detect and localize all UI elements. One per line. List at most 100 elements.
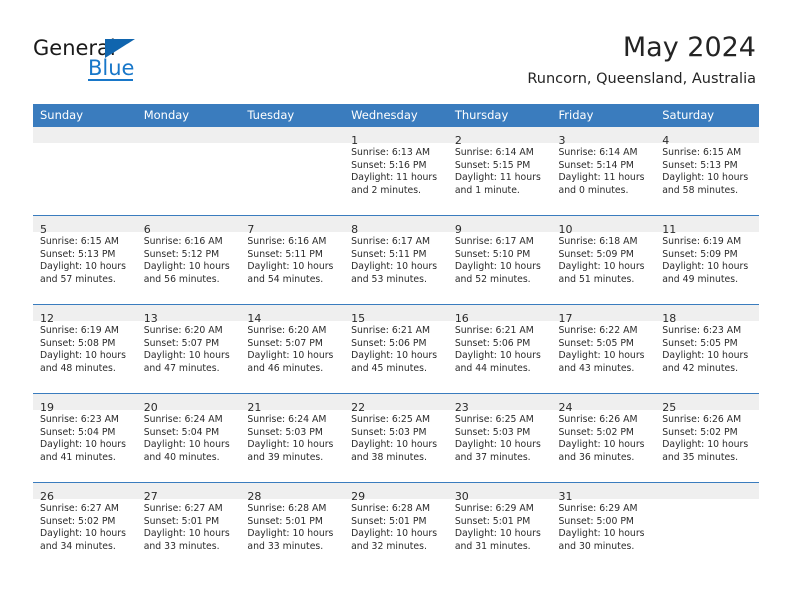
calendar-day-cell[interactable]: 10 Sunrise: 6:18 AM Sunset: 5:09 PM Dayligh… — [551, 215, 656, 305]
day-cell-inner: 9 Sunrise: 6:17 AM Sunset: 5:10 PM Daylight… — [447, 216, 552, 304]
logo-underline — [88, 79, 133, 81]
calendar-day-cell — [136, 127, 241, 216]
calendar-day-cell[interactable]: 22 Sunrise: 6:25 AM Sunset: 5:03 PM Dayligh… — [344, 393, 448, 483]
calendar-day-cell[interactable]: 28 Sunrise: 6:28 AM Sunset: 5:01 PM Dayligh… — [240, 482, 345, 571]
daylight-text-line1: Daylight: 11 hours — [351, 172, 438, 184]
calendar-day-cell[interactable]: 8 Sunrise: 6:17 AM Sunset: 5:11 PM Daylight… — [344, 215, 448, 305]
calendar-day-cell[interactable]: 17 Sunrise: 6:22 AM Sunset: 5:05 PM Dayligh… — [551, 304, 656, 394]
day-number: 23 — [454, 401, 469, 414]
day-cell-inner: 2 Sunrise: 6:14 AM Sunset: 5:15 PM Daylight… — [447, 127, 552, 215]
calendar-day-cell[interactable]: 29 Sunrise: 6:28 AM Sunset: 5:01 PM Dayligh… — [344, 482, 448, 571]
day-number: 10 — [558, 223, 573, 236]
day-cell-inner: 6 Sunrise: 6:16 AM Sunset: 5:12 PM Daylight… — [136, 216, 241, 304]
daylight-text-line2: and 57 minutes. — [40, 273, 116, 285]
calendar-day-cell[interactable]: 31 Sunrise: 6:29 AM Sunset: 5:00 PM Dayligh… — [551, 482, 656, 571]
daylight-text-line2: and 32 minutes. — [351, 540, 427, 552]
daylight-text-line1: Daylight: 10 hours — [558, 261, 645, 273]
sunrise-text: Sunrise: 6:26 AM — [558, 414, 638, 425]
calendar-day-cell[interactable]: 12 Sunrise: 6:19 AM Sunset: 5:08 PM Dayligh… — [33, 304, 137, 394]
calendar-day-cell[interactable]: 1 Sunrise: 6:13 AM Sunset: 5:16 PM Daylight… — [344, 127, 448, 216]
calendar-day-cell[interactable]: 16 Sunrise: 6:21 AM Sunset: 5:06 PM Dayligh… — [447, 304, 552, 394]
day-number: 15 — [351, 312, 366, 325]
day-number: 20 — [143, 401, 158, 414]
day-details: Sunrise: 6:21 AM Sunset: 5:06 PM Daylight:… — [344, 321, 448, 375]
calendar-day-cell[interactable]: 15 Sunrise: 6:21 AM Sunset: 5:06 PM Dayligh… — [344, 304, 448, 394]
day-cell-inner — [136, 127, 241, 215]
calendar-day-cell[interactable]: 26 Sunrise: 6:27 AM Sunset: 5:02 PM Dayligh… — [33, 482, 137, 571]
calendar-day-cell[interactable]: 14 Sunrise: 6:20 AM Sunset: 5:07 PM Dayligh… — [240, 304, 345, 394]
day-details: Sunrise: 6:19 AM Sunset: 5:08 PM Daylight:… — [33, 321, 137, 375]
daylight-text-line1: Daylight: 10 hours — [662, 172, 749, 184]
day-number-band: 12 — [33, 305, 137, 325]
calendar-week-row: 26 Sunrise: 6:27 AM Sunset: 5:02 PM Dayligh… — [33, 482, 759, 571]
calendar-day-cell[interactable]: 23 Sunrise: 6:25 AM Sunset: 5:03 PM Dayligh… — [447, 393, 552, 483]
calendar-day-cell[interactable]: 25 Sunrise: 6:26 AM Sunset: 5:02 PM Dayligh… — [655, 393, 759, 483]
day-cell-inner: 26 Sunrise: 6:27 AM Sunset: 5:02 PM Dayligh… — [33, 483, 137, 571]
day-details: Sunrise: 6:24 AM Sunset: 5:04 PM Daylight:… — [137, 410, 241, 464]
calendar-week-row: 19 Sunrise: 6:23 AM Sunset: 5:04 PM Dayligh… — [33, 393, 759, 483]
day-number: 3 — [558, 134, 566, 147]
daylight-text-line1: Daylight: 10 hours — [558, 439, 645, 451]
daylight-text-line1: Daylight: 10 hours — [40, 439, 126, 451]
calendar-day-cell[interactable]: 13 Sunrise: 6:20 AM Sunset: 5:07 PM Dayligh… — [136, 304, 241, 394]
day-details: Sunrise: 6:23 AM Sunset: 5:05 PM Daylight:… — [655, 321, 759, 375]
calendar-day-cell[interactable]: 6 Sunrise: 6:16 AM Sunset: 5:12 PM Daylight… — [136, 215, 241, 305]
calendar-day-cell[interactable]: 30 Sunrise: 6:29 AM Sunset: 5:01 PM Dayligh… — [447, 482, 552, 571]
calendar-day-cell[interactable]: 9 Sunrise: 6:17 AM Sunset: 5:10 PM Daylight… — [447, 215, 552, 305]
day-number-band: 9 — [447, 216, 552, 236]
sunrise-text: Sunrise: 6:14 AM — [558, 147, 638, 158]
weekday-header-tuesday: Tuesday — [240, 104, 345, 127]
daylight-text-line2: and 31 minutes. — [454, 540, 531, 552]
page-title: May 2024 — [622, 32, 756, 63]
day-number: 14 — [247, 312, 262, 325]
calendar-day-cell[interactable]: 4 Sunrise: 6:15 AM Sunset: 5:13 PM Daylight… — [655, 127, 759, 216]
sunrise-text: Sunrise: 6:16 AM — [143, 236, 223, 247]
day-cell-inner: 15 Sunrise: 6:21 AM Sunset: 5:06 PM Dayligh… — [344, 305, 448, 393]
sunrise-text: Sunrise: 6:18 AM — [558, 236, 638, 247]
day-number: 28 — [247, 490, 262, 503]
calendar-day-cell[interactable]: 5 Sunrise: 6:15 AM Sunset: 5:13 PM Daylight… — [33, 215, 137, 305]
calendar-day-cell[interactable]: 11 Sunrise: 6:19 AM Sunset: 5:09 PM Dayligh… — [655, 215, 759, 305]
sunrise-text: Sunrise: 6:27 AM — [143, 503, 223, 514]
day-number: 21 — [247, 401, 262, 414]
day-details: Sunrise: 6:17 AM Sunset: 5:10 PM Daylight:… — [448, 232, 552, 286]
calendar-day-cell[interactable]: 18 Sunrise: 6:23 AM Sunset: 5:05 PM Dayligh… — [655, 304, 759, 394]
day-number-band: 8 — [344, 216, 448, 236]
day-number-band — [33, 127, 137, 143]
calendar-day-cell[interactable]: 2 Sunrise: 6:14 AM Sunset: 5:15 PM Daylight… — [447, 127, 552, 216]
daylight-text-line2: and 54 minutes. — [247, 273, 324, 285]
daylight-text-line1: Daylight: 10 hours — [143, 261, 230, 273]
daylight-text-line1: Daylight: 10 hours — [351, 350, 438, 362]
calendar-day-cell[interactable]: 20 Sunrise: 6:24 AM Sunset: 5:04 PM Dayligh… — [136, 393, 241, 483]
day-details: Sunrise: 6:29 AM Sunset: 5:01 PM Daylight:… — [448, 499, 552, 553]
sunset-text: Sunset: 5:11 PM — [247, 248, 323, 260]
sunset-text: Sunset: 5:03 PM — [454, 426, 531, 438]
day-details: Sunrise: 6:19 AM Sunset: 5:09 PM Daylight:… — [655, 232, 759, 286]
calendar-day-cell[interactable]: 7 Sunrise: 6:16 AM Sunset: 5:11 PM Daylight… — [240, 215, 345, 305]
calendar-day-cell[interactable]: 24 Sunrise: 6:26 AM Sunset: 5:02 PM Dayligh… — [551, 393, 656, 483]
sunrise-text: Sunrise: 6:15 AM — [662, 147, 742, 158]
sunset-text: Sunset: 5:08 PM — [40, 337, 116, 349]
day-cell-inner — [240, 127, 345, 215]
daylight-text-line2: and 47 minutes. — [143, 362, 220, 374]
calendar-day-cell[interactable]: 3 Sunrise: 6:14 AM Sunset: 5:14 PM Daylight… — [551, 127, 656, 216]
day-cell-inner: 17 Sunrise: 6:22 AM Sunset: 5:05 PM Dayligh… — [551, 305, 656, 393]
day-cell-inner: 19 Sunrise: 6:23 AM Sunset: 5:04 PM Dayligh… — [33, 394, 137, 482]
day-number-band: 3 — [551, 127, 656, 147]
general-blue-logo[interactable]: General Blue — [33, 36, 213, 84]
day-number: 22 — [351, 401, 366, 414]
day-cell-inner: 18 Sunrise: 6:23 AM Sunset: 5:05 PM Dayligh… — [655, 305, 759, 393]
daylight-text-line2: and 0 minutes. — [558, 184, 629, 196]
sunrise-text: Sunrise: 6:13 AM — [351, 147, 431, 158]
sunrise-text: Sunrise: 6:26 AM — [662, 414, 742, 425]
daylight-text-line2: and 49 minutes. — [662, 273, 739, 285]
day-number: 1 — [351, 134, 359, 147]
calendar-day-cell[interactable]: 27 Sunrise: 6:27 AM Sunset: 5:01 PM Dayligh… — [136, 482, 241, 571]
day-number-band — [240, 127, 345, 143]
calendar-day-cell[interactable]: 19 Sunrise: 6:23 AM Sunset: 5:04 PM Dayligh… — [33, 393, 137, 483]
day-details: Sunrise: 6:20 AM Sunset: 5:07 PM Daylight:… — [137, 321, 241, 375]
day-number: 8 — [351, 223, 359, 236]
daylight-text-line2: and 45 minutes. — [351, 362, 427, 374]
daylight-text-line2: and 58 minutes. — [662, 184, 739, 196]
calendar-day-cell[interactable]: 21 Sunrise: 6:24 AM Sunset: 5:03 PM Dayligh… — [240, 393, 345, 483]
